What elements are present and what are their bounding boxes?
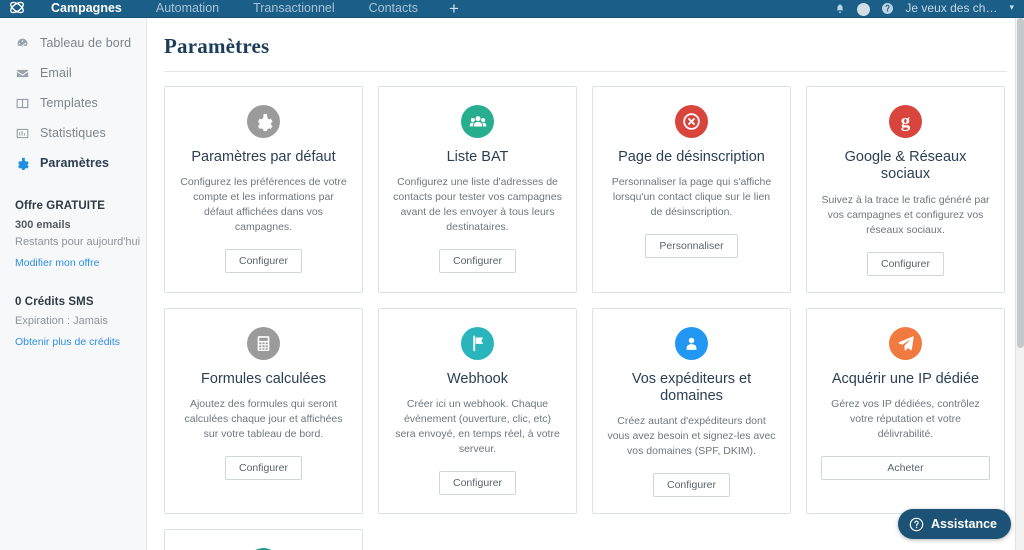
- google-g-letter: g: [900, 111, 911, 132]
- gear-icon: [15, 156, 29, 170]
- template-icon: [15, 96, 29, 110]
- card-acquerir-une-ip-dediee[interactable]: Acquérir une IP dédiée Gérez vos IP dédi…: [806, 307, 1005, 514]
- modify-offer-link[interactable]: Modifier mon offre: [15, 257, 99, 269]
- configure-button[interactable]: Configurer: [224, 249, 303, 274]
- offer-emails: 300 emails: [15, 219, 71, 231]
- user-menu-label[interactable]: Je veux des ch…: [905, 2, 997, 17]
- buy-button[interactable]: Acheter: [821, 455, 990, 480]
- configure-button[interactable]: Configurer: [866, 251, 945, 276]
- page-scrollbar[interactable]: [1015, 18, 1024, 550]
- card-title: Google & Réseaux sociaux: [844, 149, 967, 183]
- sms-credits-title: 0 Crédits SMS: [15, 296, 94, 308]
- top-navigation-bar: Campagnes Automation Transactionnel Cont…: [0, 0, 1024, 18]
- card-title: Webhook: [447, 370, 508, 387]
- users-group-icon: [461, 105, 494, 138]
- offer-title: Offre GRATUITE: [15, 200, 105, 212]
- calculator-icon: [247, 326, 280, 360]
- tab-contacts[interactable]: Contacts: [352, 2, 435, 17]
- sidebar-item-label: Statistiques: [40, 126, 106, 140]
- card-page-de-desinscription[interactable]: Page de désinscription Personnaliser la …: [592, 86, 791, 293]
- sms-credits-block: 0 Crédits SMS Expiration : Jamais Obteni…: [0, 296, 146, 350]
- sidebar-item-email[interactable]: Email: [0, 58, 146, 88]
- sidebar-item-label: Email: [40, 66, 72, 80]
- get-more-credits-link[interactable]: Obtenir plus de crédits: [15, 336, 120, 348]
- card-action-wrap: Personnaliser: [607, 234, 776, 259]
- configure-button[interactable]: Configurer: [652, 473, 731, 497]
- card-description: Configurez les préférences de votre comp…: [180, 176, 347, 234]
- sidebar-item-label: Paramètres: [40, 156, 110, 170]
- add-button[interactable]: +: [435, 0, 473, 17]
- avatar[interactable]: [857, 3, 871, 16]
- brand-logo[interactable]: [0, 0, 34, 17]
- nav-right-group: Je veux des ch… ▾: [835, 0, 1024, 17]
- sidebar-item-parametres[interactable]: Paramètres: [0, 148, 146, 178]
- card-action-wrap: Acheter: [821, 455, 990, 480]
- tab-transactionnel[interactable]: Transactionnel: [236, 2, 352, 17]
- sidebar-item-statistiques[interactable]: Statistiques: [0, 118, 146, 148]
- tab-campagnes[interactable]: Campagnes: [34, 2, 139, 17]
- assistance-label: Assistance: [930, 517, 997, 531]
- chevron-down-icon[interactable]: ▾: [1009, 1, 1014, 17]
- paper-plane-icon: [889, 326, 922, 360]
- settings-card-grid: Paramètres par défaut Configurez les pré…: [147, 72, 1024, 550]
- offer-remaining: Restants pour aujourd'hui: [15, 236, 141, 248]
- bar-chart-icon: [15, 126, 29, 140]
- sidebar-item-tableau-de-bord[interactable]: Tableau de bord: [0, 28, 146, 58]
- card-action-wrap: Configurer: [393, 470, 562, 495]
- card-action-wrap: Configurer: [821, 251, 990, 276]
- sidebar: Tableau de bord Email Templates Statisti…: [0, 18, 147, 550]
- sms-expiration: Expiration : Jamais: [15, 315, 108, 327]
- card-action-wrap: Configurer: [607, 473, 776, 497]
- card-formules-calculees[interactable]: Formules calculées Ajoutez des formules …: [164, 307, 363, 514]
- gear-icon: [247, 105, 280, 138]
- card-description: Gérez vos IP dédiées, contrôlez votre ré…: [831, 397, 980, 440]
- card-description: Suivez à la trace le trafic généré par v…: [821, 193, 990, 236]
- envelope-icon: [15, 66, 29, 80]
- tab-automation[interactable]: Automation: [139, 2, 236, 17]
- card-title: Paramètres par défaut: [191, 149, 336, 165]
- card-webhook[interactable]: Webhook Créer ici un webhook. Chaque évè…: [378, 307, 577, 514]
- card-title: Formules calculées: [201, 370, 326, 387]
- main-content: Paramètres Paramètres par défaut Configu…: [147, 18, 1024, 550]
- card-vos-expediteurs-et-domaines[interactable]: Vos expéditeurs et domaines Créez autant…: [592, 307, 791, 514]
- scrollbar-thumb[interactable]: [1017, 18, 1024, 348]
- card-description: Créez autant d'expéditeurs dont vous ave…: [607, 415, 776, 458]
- card-parametres-par-defaut[interactable]: Paramètres par défaut Configurez les pré…: [164, 86, 363, 293]
- sidebar-item-templates[interactable]: Templates: [0, 88, 146, 118]
- card-action-wrap: Configurer: [393, 249, 562, 274]
- card-google-reseaux-sociaux[interactable]: g Google & Réseaux sociaux Suivez à la t…: [806, 86, 1005, 293]
- help-circle-icon[interactable]: [882, 3, 894, 17]
- card-title: Acquérir une IP dédiée: [831, 370, 980, 387]
- dashboard-icon: [15, 36, 29, 50]
- page-title: Paramètres: [164, 34, 270, 58]
- card-description: Ajoutez des formules qui seront calculée…: [184, 397, 343, 440]
- card-action-wrap: Configurer: [179, 455, 348, 480]
- configure-button[interactable]: Configurer: [438, 249, 517, 274]
- google-g-icon: g: [889, 105, 922, 138]
- offer-block: Offre GRATUITE 300 emails Restants pour …: [0, 200, 146, 271]
- configure-button[interactable]: Configurer: [224, 455, 303, 480]
- card-title: Liste BAT: [446, 149, 509, 165]
- configure-button[interactable]: Configurer: [438, 470, 517, 495]
- card-title: Vos expéditeurs et domaines: [631, 370, 752, 404]
- card-description: Configurez une liste d'adresses de conta…: [393, 176, 562, 234]
- card-description: Créer ici un webhook. Chaque évènement (…: [395, 397, 560, 455]
- close-circle-icon: [675, 105, 708, 138]
- flag-icon: [461, 326, 494, 360]
- sidebar-item-label: Tableau de bord: [40, 36, 132, 50]
- personalize-button[interactable]: Personnaliser: [645, 234, 738, 259]
- card-action-wrap: Configurer: [179, 249, 348, 274]
- nav-tab-list: Campagnes Automation Transactionnel Cont…: [34, 0, 473, 17]
- sidebar-item-label: Templates: [40, 96, 98, 110]
- card-liste-bat[interactable]: Liste BAT Configurez une liste d'adresse…: [378, 86, 577, 293]
- notifications-bell-icon[interactable]: [835, 3, 845, 17]
- card-description: Personnaliser la page qui s'affiche lors…: [611, 176, 772, 219]
- card-conversions[interactable]: Conversions Définissez des objectifs con…: [164, 529, 363, 550]
- user-circle-icon: [675, 326, 708, 360]
- question-circle-icon: [909, 517, 924, 532]
- assistance-button[interactable]: Assistance: [897, 509, 1011, 539]
- card-title: Page de désinscription: [618, 149, 765, 165]
